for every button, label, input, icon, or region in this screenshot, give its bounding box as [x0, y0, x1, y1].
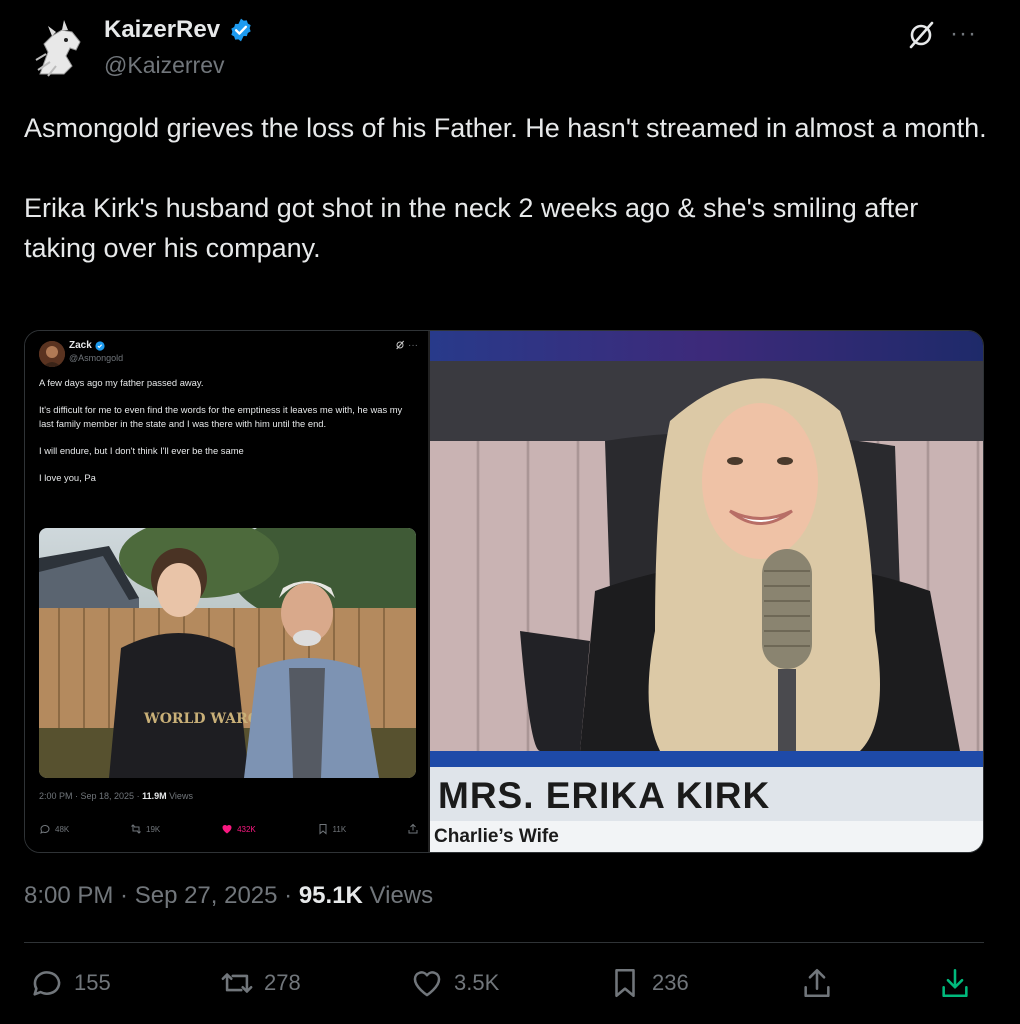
share-icon	[804, 968, 830, 998]
embedded-views-count: 11.9M	[142, 791, 167, 801]
embedded-like: 432K	[221, 823, 256, 835]
post: KaizerRev @Kaizerrev ··· Asmongold griev…	[0, 0, 1020, 1024]
bookmark-icon	[615, 968, 635, 998]
embedded-paragraph: It's difficult for me to even find the w…	[39, 404, 403, 429]
embedded-paragraph: A few days ago my father passed away.	[39, 377, 204, 388]
repost-count: 278	[264, 970, 301, 995]
embedded-views-label: Views	[166, 791, 193, 801]
embedded-paragraph: I love you, Pa	[39, 472, 96, 483]
repost-icon	[131, 824, 141, 834]
post-timestamp: 8:00 PM · Sep 27, 2025 · 95.1K Views	[24, 882, 433, 910]
more-options-icon[interactable]: ···	[950, 20, 977, 48]
embedded-bookmark-count: 11K	[332, 824, 347, 834]
verified-badge-icon[interactable]	[228, 17, 254, 43]
repost-icon	[221, 973, 253, 993]
embedded-avatar	[39, 341, 65, 367]
embedded-paragraph: I will endure, but I don't think I'll ev…	[39, 445, 244, 456]
bookmark-count: 236	[652, 970, 689, 995]
author-name-row: KaizerRev	[104, 16, 254, 44]
post-text: Asmongold grieves the loss of his Father…	[24, 108, 994, 268]
embedded-display-name: Zack	[69, 340, 92, 351]
reply-icon	[40, 824, 50, 834]
author-avatar[interactable]	[22, 14, 94, 86]
verified-badge-icon	[95, 340, 105, 351]
divider	[24, 942, 984, 943]
views-count: 95.1K	[298, 882, 363, 909]
broadcast-still[interactable]: MRS. ERIKA KIRK Charlie’s Wife	[430, 331, 983, 852]
like-button[interactable]: 3.5K	[410, 966, 499, 1000]
heart-filled-icon	[222, 825, 232, 834]
lower-third-title: MRS. ERIKA KIRK	[438, 775, 771, 816]
download-button[interactable]	[938, 966, 972, 1000]
embedded-header-icons: ···	[395, 340, 418, 351]
embedded-reply-count: 48K	[55, 824, 70, 834]
share-button[interactable]	[800, 966, 834, 1000]
post-media[interactable]: Zack @Asmongold ··· A few days ago my fa…	[24, 330, 984, 853]
horse-head-avatar-icon	[22, 14, 94, 86]
embedded-text: A few days ago my father passed away. It…	[39, 376, 419, 498]
embedded-meta: 2:00 PM · Sep 18, 2025 · 11.9M Views	[39, 791, 193, 801]
heart-icon	[413, 971, 441, 997]
share-icon	[408, 823, 418, 834]
embedded-reply: 48K	[39, 823, 69, 835]
more-options-icon: ···	[408, 340, 418, 351]
embedded-actions: 48K 19K 432K 11K	[39, 823, 419, 835]
reply-count: 155	[74, 970, 111, 995]
embedded-repost-count: 19K	[146, 824, 161, 834]
lower-third-subtitle-bar: Charlie’s Wife	[430, 821, 983, 852]
lower-third-subtitle: Charlie’s Wife	[434, 826, 559, 847]
bookmark-button[interactable]: 236	[608, 966, 689, 1000]
reply-icon	[33, 971, 61, 996]
lower-third: MRS. ERIKA KIRK Charlie’s Wife	[430, 751, 983, 852]
action-bar: 155 278 3.5K 236	[30, 960, 980, 1008]
post-paragraph: Erika Kirk's husband got shot in the nec…	[24, 193, 919, 263]
views-label: Views	[362, 882, 434, 909]
repost-button[interactable]: 278	[220, 966, 301, 1000]
like-count: 3.5K	[454, 970, 500, 995]
author-handle[interactable]: @Kaizerrev	[104, 52, 225, 79]
reply-button[interactable]: 155	[30, 966, 111, 1000]
post-time[interactable]: 8:00 PM · Sep 27, 2025 ·	[24, 882, 299, 909]
post-paragraph: Asmongold grieves the loss of his Father…	[24, 113, 987, 143]
embedded-like-count: 432K	[237, 824, 256, 834]
embedded-repost: 19K	[130, 823, 160, 835]
embedded-share	[407, 823, 419, 835]
embedded-tweet-screenshot[interactable]: Zack @Asmongold ··· A few days ago my fa…	[25, 331, 430, 852]
embedded-handle: @Asmongold	[69, 353, 124, 363]
author-display-name[interactable]: KaizerRev	[104, 16, 220, 44]
download-icon	[942, 968, 968, 998]
embedded-bookmark: 11K	[317, 823, 347, 835]
embedded-timestamp: 2:00 PM · Sep 18, 2025 ·	[39, 791, 143, 801]
embedded-photo: WORLD WARCRAFT	[39, 528, 416, 778]
grok-icon	[396, 341, 405, 350]
embedded-name-row: Zack	[69, 340, 105, 351]
bookmark-icon	[319, 824, 327, 835]
grok-icon[interactable]	[906, 20, 936, 50]
